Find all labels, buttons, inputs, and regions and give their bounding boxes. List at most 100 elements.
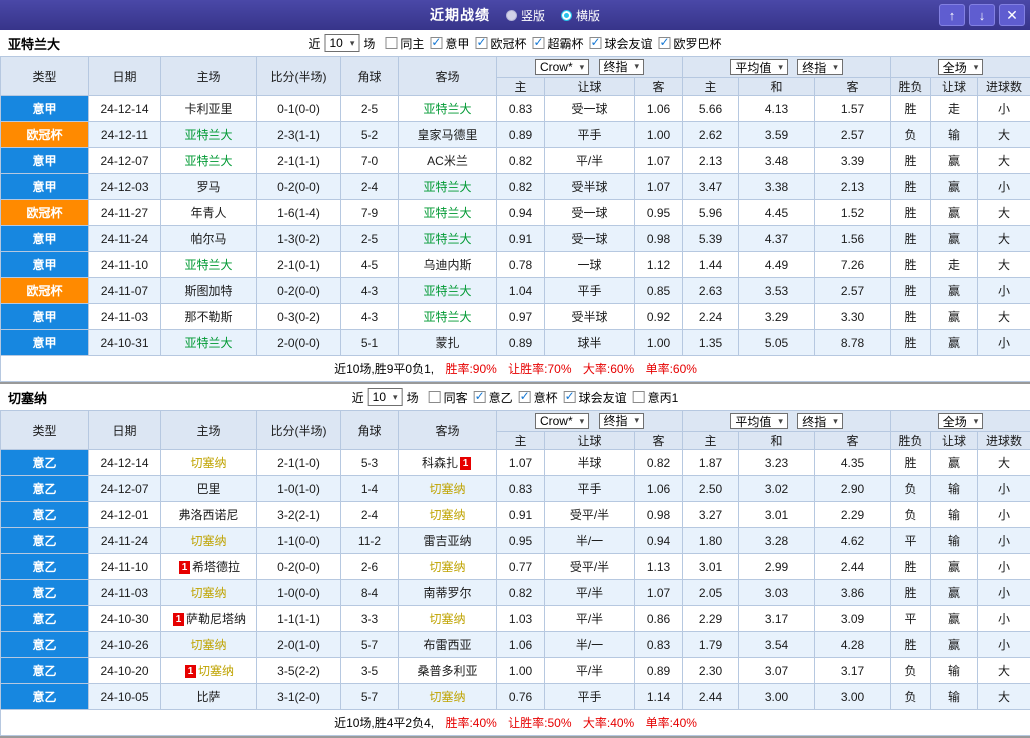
- close-button[interactable]: ✕: [999, 4, 1025, 26]
- filter-checkbox-5[interactable]: 欧罗巴杯: [658, 35, 721, 52]
- away-team-cell[interactable]: 切塞纳: [399, 502, 497, 528]
- avg-odds-draw: 4.45: [739, 200, 815, 226]
- avg-final-select[interactable]: 终指▾: [797, 413, 843, 429]
- handicap-result-cell: 走: [931, 252, 978, 278]
- checkbox-unchecked-icon[interactable]: [385, 37, 397, 49]
- home-team-cell[interactable]: 切塞纳: [161, 580, 257, 606]
- radio-icon[interactable]: [561, 10, 572, 21]
- away-team-cell[interactable]: 乌迪内斯: [399, 252, 497, 278]
- away-team-cell[interactable]: 切塞纳: [399, 476, 497, 502]
- home-team-cell[interactable]: 比萨: [161, 684, 257, 710]
- view-mode-vertical[interactable]: 竖版: [506, 7, 545, 24]
- checkbox-checked-icon[interactable]: [532, 37, 544, 49]
- filter-checkbox-0[interactable]: 同主: [385, 35, 424, 52]
- checkbox-checked-icon[interactable]: [475, 37, 487, 49]
- home-team-cell[interactable]: 亚特兰大: [161, 252, 257, 278]
- checkbox-checked-icon[interactable]: [519, 391, 531, 403]
- away-team-cell[interactable]: 亚特兰大: [399, 304, 497, 330]
- score-cell: 1-1(0-0): [257, 528, 341, 554]
- away-team-cell[interactable]: 亚特兰大: [399, 96, 497, 122]
- avg-odds-away: 2.90: [815, 476, 891, 502]
- home-team-cell[interactable]: 斯图加特: [161, 278, 257, 304]
- team-name-text: 亚特兰大: [184, 336, 232, 350]
- recent-count-select[interactable]: 10▾: [368, 388, 403, 406]
- red-card-badge: 1: [179, 561, 190, 574]
- away-team-cell[interactable]: 亚特兰大: [399, 278, 497, 304]
- home-team-cell[interactable]: 亚特兰大: [161, 330, 257, 356]
- home-team-cell[interactable]: 巴里: [161, 476, 257, 502]
- away-team-cell[interactable]: 皇家马德里: [399, 122, 497, 148]
- avg-odds-draw: 3.53: [739, 278, 815, 304]
- filter-checkbox-2[interactable]: 意杯: [519, 389, 558, 406]
- checkbox-checked-icon[interactable]: [589, 37, 601, 49]
- move-up-button[interactable]: ↑: [939, 4, 965, 26]
- home-team-cell[interactable]: 卡利亚里: [161, 96, 257, 122]
- radio-icon[interactable]: [506, 10, 517, 21]
- corner-cell: 11-2: [341, 528, 399, 554]
- away-team-cell[interactable]: 亚特兰大: [399, 200, 497, 226]
- scope-select[interactable]: 全场▾: [938, 59, 984, 75]
- home-team-cell[interactable]: 亚特兰大: [161, 148, 257, 174]
- avg-company-select[interactable]: 平均值▾: [730, 59, 788, 75]
- avg-company-select[interactable]: 平均值▾: [730, 413, 788, 429]
- away-team-cell[interactable]: 切塞纳: [399, 554, 497, 580]
- odds-final-select[interactable]: 终指▾: [599, 413, 645, 429]
- home-team-cell[interactable]: 1希塔德拉: [161, 554, 257, 580]
- summary-over-rate: 大率:60%: [583, 362, 634, 376]
- avg-final-select[interactable]: 终指▾: [797, 59, 843, 75]
- checkbox-checked-icon[interactable]: [658, 37, 670, 49]
- away-team-cell[interactable]: 桑普多利亚: [399, 658, 497, 684]
- home-team-cell[interactable]: 帕尔马: [161, 226, 257, 252]
- home-team-cell[interactable]: 弗洛西诺尼: [161, 502, 257, 528]
- home-team-cell[interactable]: 切塞纳: [161, 632, 257, 658]
- home-team-cell[interactable]: 那不勒斯: [161, 304, 257, 330]
- away-team-cell[interactable]: 科森扎1: [399, 450, 497, 476]
- home-team-cell[interactable]: 1切塞纳: [161, 658, 257, 684]
- home-team-cell[interactable]: 罗马: [161, 174, 257, 200]
- checkbox-unchecked-icon[interactable]: [633, 391, 645, 403]
- filter-checkbox-0[interactable]: 同客: [429, 389, 468, 406]
- away-team-cell[interactable]: 亚特兰大: [399, 226, 497, 252]
- away-team-cell[interactable]: 亚特兰大: [399, 174, 497, 200]
- avg-odds-draw: 3.59: [739, 122, 815, 148]
- checkbox-unchecked-icon[interactable]: [429, 391, 441, 403]
- filter-checkbox-1[interactable]: 意甲: [430, 35, 469, 52]
- filter-checkbox-label: 意丙1: [648, 389, 679, 406]
- away-team-cell[interactable]: AC米兰: [399, 148, 497, 174]
- checkbox-checked-icon[interactable]: [430, 37, 442, 49]
- scope-select[interactable]: 全场▾: [938, 413, 984, 429]
- odds-company-select[interactable]: Crow*▾: [535, 413, 589, 429]
- chevron-down-icon: ▾: [350, 38, 355, 49]
- away-team-cell[interactable]: 切塞纳: [399, 606, 497, 632]
- recent-count-select[interactable]: 10▾: [325, 34, 360, 52]
- home-team-cell[interactable]: 切塞纳: [161, 528, 257, 554]
- away-team-cell[interactable]: 蒙扎: [399, 330, 497, 356]
- filter-checkbox-4[interactable]: 意丙1: [633, 389, 679, 406]
- home-team-cell[interactable]: 切塞纳: [161, 450, 257, 476]
- filter-checkbox-4[interactable]: 球会友谊: [589, 35, 652, 52]
- filter-checkbox-3[interactable]: 超霸杯: [532, 35, 583, 52]
- away-team-cell[interactable]: 南蒂罗尔: [399, 580, 497, 606]
- corner-cell: 2-4: [341, 174, 399, 200]
- view-mode-horizontal[interactable]: 横版: [561, 7, 600, 24]
- handicap-odds-line: 受一球: [545, 96, 635, 122]
- odds-company-select[interactable]: Crow*▾: [535, 59, 589, 75]
- match-row: 欧冠杯24-11-07斯图加特0-2(0-0)4-3亚特兰大1.04平手0.85…: [1, 278, 1030, 304]
- match-date: 24-12-01: [89, 502, 161, 528]
- away-team-cell[interactable]: 布雷西亚: [399, 632, 497, 658]
- sub-header-odds-home: 主: [497, 78, 545, 96]
- away-team-cell[interactable]: 切塞纳: [399, 684, 497, 710]
- filter-checkbox-1[interactable]: 意乙: [474, 389, 513, 406]
- home-team-cell[interactable]: 亚特兰大: [161, 122, 257, 148]
- checkbox-checked-icon[interactable]: [474, 391, 486, 403]
- home-team-cell[interactable]: 年青人: [161, 200, 257, 226]
- filter-checkbox-2[interactable]: 欧冠杯: [475, 35, 526, 52]
- checkbox-checked-icon[interactable]: [564, 391, 576, 403]
- handicap-odds-away: 1.06: [635, 476, 683, 502]
- home-team-cell[interactable]: 1萨勒尼塔纳: [161, 606, 257, 632]
- move-down-button[interactable]: ↓: [969, 4, 995, 26]
- odds-final-select[interactable]: 终指▾: [599, 59, 645, 75]
- filter-checkbox-3[interactable]: 球会友谊: [564, 389, 627, 406]
- corner-cell: 3-5: [341, 658, 399, 684]
- away-team-cell[interactable]: 雷吉亚纳: [399, 528, 497, 554]
